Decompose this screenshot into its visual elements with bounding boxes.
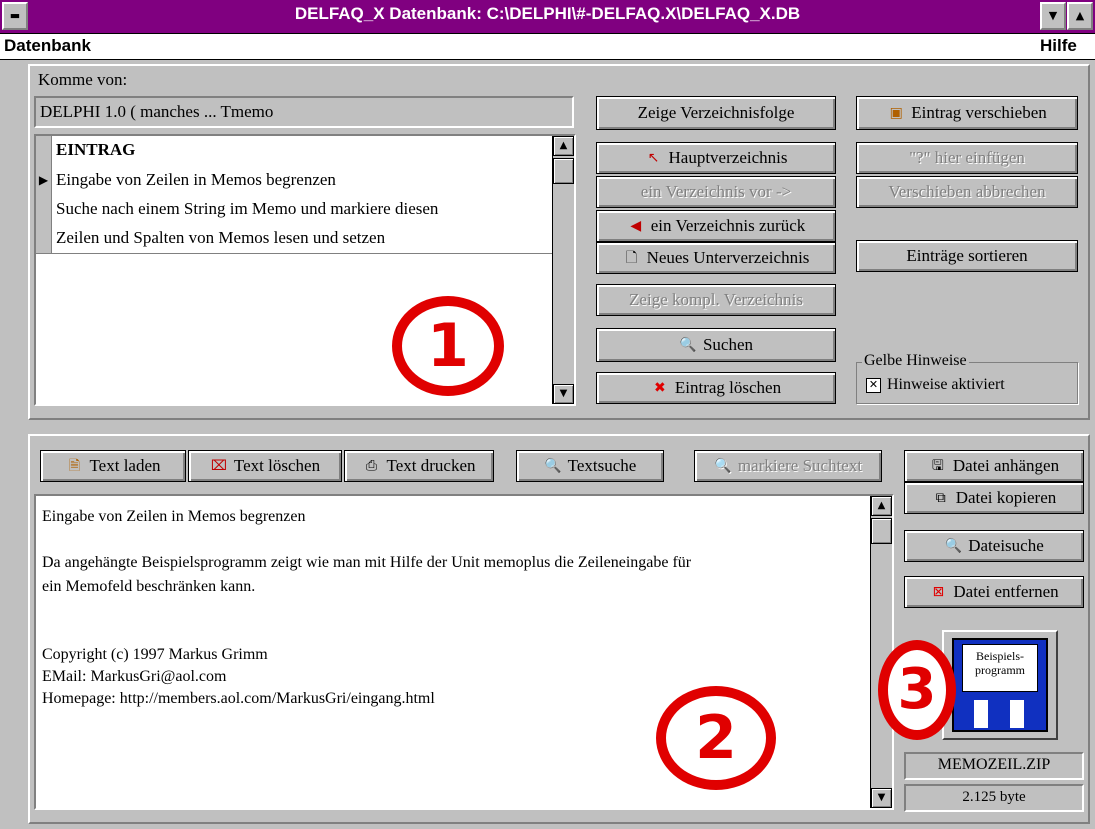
- attachment-filename: MEMOZEIL.ZIP: [904, 752, 1084, 780]
- eintrag-verschieben-button[interactable]: ▣ Eintrag verschieben: [856, 96, 1078, 130]
- scroll-thumb[interactable]: [553, 158, 574, 184]
- delete-text-icon: ⌧: [210, 458, 227, 474]
- hier-einfuegen-button[interactable]: "?" hier einfügen: [856, 142, 1078, 174]
- verzeichnis-vor-button[interactable]: ein Verzeichnis vor ->: [596, 176, 836, 208]
- verschieben-abbrechen-button[interactable]: Verschieben abbrechen: [856, 176, 1078, 208]
- text-drucken-button[interactable]: ⎙ Text drucken: [344, 450, 494, 482]
- attachment-program-icon[interactable]: Beispiels-programm: [942, 630, 1058, 740]
- zeige-verzeichnisfolge-button[interactable]: Zeige Verzeichnisfolge: [596, 96, 836, 130]
- title-bar: ▬ DELFAQ_X Datenbank: C:\DELPHI\#-DELFAQ…: [0, 0, 1095, 34]
- list-header-label: EINTRAG: [56, 140, 136, 159]
- search-icon: 🔍: [944, 538, 962, 554]
- printer-icon: ⎙: [365, 458, 378, 474]
- memo-scrollbar[interactable]: ▲ ▼: [870, 496, 892, 808]
- zeige-kompl-verzeichnis-button[interactable]: Zeige kompl. Verzeichnis: [596, 284, 836, 316]
- list-item[interactable]: Zeilen und Spalten von Memos lesen und s…: [36, 224, 574, 254]
- mark-search-icon: 🔍: [714, 458, 732, 474]
- load-text-icon: 🗎: [68, 458, 81, 474]
- arrow-cursor-icon: ↖: [647, 150, 660, 166]
- dateisuche-button[interactable]: 🔍 Dateisuche: [904, 530, 1084, 562]
- list-item[interactable]: ▶ Eingabe von Zeilen in Memos begrenzen: [36, 166, 574, 196]
- menu-datenbank[interactable]: Datenbank: [4, 36, 91, 56]
- floppy-disk-icon: 🖫: [931, 458, 944, 474]
- annotation-circle-3: 3: [878, 640, 956, 740]
- remove-file-icon: ⊠: [932, 584, 945, 600]
- list-header: EINTRAG: [36, 136, 574, 167]
- gelbe-hinweise-title: Gelbe Hinweise: [862, 352, 969, 370]
- scroll-down-icon[interactable]: ▼: [553, 384, 574, 404]
- window-title: DELFAQ_X Datenbank: C:\DELPHI\#-DELFAQ.X…: [294, 4, 801, 23]
- hinweise-checkbox[interactable]: ✕ Hinweise aktiviert: [866, 376, 1005, 394]
- annotation-circle-2: 2: [656, 686, 776, 790]
- scroll-thumb[interactable]: [871, 518, 892, 544]
- komme-von-label: Komme von:: [38, 70, 128, 89]
- new-document-icon: 🗋: [625, 250, 638, 266]
- text-laden-button[interactable]: 🗎 Text laden: [40, 450, 186, 482]
- minimize-icon[interactable]: ▼: [1040, 2, 1066, 30]
- suchen-button[interactable]: 🔍 Suchen: [596, 328, 836, 362]
- search-icon: 🔍: [543, 458, 562, 474]
- search-icon: 🔍: [679, 337, 697, 353]
- eintraege-sortieren-button[interactable]: Einträge sortieren: [856, 240, 1078, 272]
- menu-hilfe[interactable]: Hilfe: [1040, 36, 1077, 56]
- scroll-down-icon[interactable]: ▼: [871, 788, 892, 808]
- current-row-icon: ▶: [36, 166, 52, 195]
- annotation-circle-1: 1: [392, 296, 504, 396]
- maximize-icon[interactable]: ▲: [1067, 2, 1093, 30]
- markiere-suchtext-button[interactable]: 🔍 markiere Suchtext: [694, 450, 882, 482]
- neues-unterverzeichnis-button[interactable]: 🗋 Neues Unterverzeichnis: [596, 242, 836, 274]
- text-loeschen-button[interactable]: ⌧ Text löschen: [188, 450, 342, 482]
- datei-anhaengen-button[interactable]: 🖫 Datei anhängen: [904, 450, 1084, 482]
- list-item[interactable]: Suche nach einem String im Memo und mark…: [36, 195, 574, 225]
- menu-bar: Datenbank Hilfe: [0, 34, 1095, 60]
- datei-kopieren-button[interactable]: ⧉ Datei kopieren: [904, 482, 1084, 514]
- delete-x-icon: ✖: [654, 380, 666, 396]
- scroll-up-icon[interactable]: ▲: [553, 136, 574, 156]
- checkbox-checked-icon[interactable]: ✕: [866, 377, 881, 393]
- arrow-left-icon: ◀: [630, 218, 642, 234]
- verzeichnis-zurueck-button[interactable]: ◀ ein Verzeichnis zurück: [596, 210, 836, 242]
- textsuche-button[interactable]: 🔍 Textsuche: [516, 450, 664, 482]
- move-entry-icon: ▣: [889, 105, 903, 121]
- copy-file-icon: ⧉: [935, 490, 946, 506]
- hauptverzeichnis-button[interactable]: ↖ Hauptverzeichnis: [596, 142, 836, 174]
- komme-von-field: DELPHI 1.0 ( manches ... Tmemo: [34, 96, 574, 128]
- scroll-up-icon[interactable]: ▲: [871, 496, 892, 516]
- list-scrollbar[interactable]: ▲ ▼: [552, 136, 574, 404]
- attachment-size: 2.125 byte: [904, 784, 1084, 812]
- eintrag-loeschen-button[interactable]: ✖ Eintrag löschen: [596, 372, 836, 404]
- attachment-icon-label: Beispiels-programm: [962, 644, 1038, 692]
- datei-entfernen-button[interactable]: ⊠ Datei entfernen: [904, 576, 1084, 608]
